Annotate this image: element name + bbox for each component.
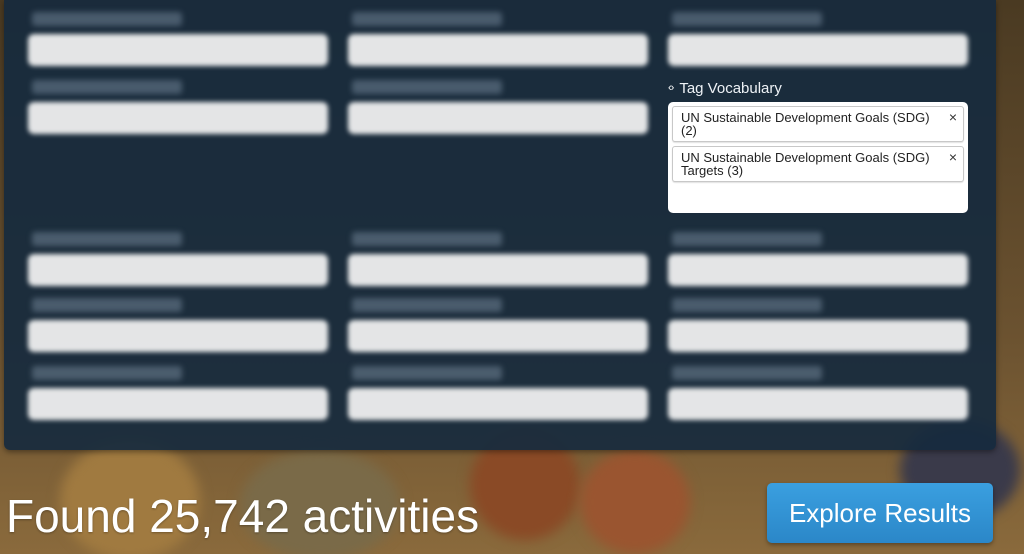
- filter-field-blurred[interactable]: [348, 232, 648, 288]
- remove-tag-icon[interactable]: ×: [949, 110, 957, 124]
- filter-field-blurred[interactable]: [348, 80, 648, 136]
- selected-tag-text: UN Sustainable Development Goals (SDG) (…: [681, 110, 930, 138]
- remove-tag-icon[interactable]: ×: [949, 150, 957, 164]
- filter-field-blurred[interactable]: [28, 366, 328, 422]
- expand-collapse-icon[interactable]: ‹›: [668, 82, 674, 94]
- filter-field-blurred[interactable]: [348, 12, 648, 68]
- filter-field-blurred[interactable]: [28, 298, 328, 354]
- filter-field-blurred[interactable]: [668, 298, 968, 354]
- selected-tag-text: UN Sustainable Development Goals (SDG) T…: [681, 150, 930, 178]
- results-count: Found 25,742 activities: [6, 490, 480, 542]
- filter-field-blurred[interactable]: [668, 232, 968, 288]
- filter-field-blurred[interactable]: [28, 80, 328, 136]
- tag-vocabulary-filter: ‹› Tag Vocabulary UN Sustainable Develop…: [668, 78, 968, 213]
- tag-vocabulary-label: Tag Vocabulary: [679, 79, 782, 97]
- explore-results-button[interactable]: Explore Results: [767, 483, 993, 543]
- selected-tag-chip: UN Sustainable Development Goals (SDG) T…: [672, 146, 964, 182]
- selected-tag-chip: UN Sustainable Development Goals (SDG) (…: [672, 106, 964, 142]
- filter-field-blurred[interactable]: [348, 366, 648, 422]
- filter-field-blurred[interactable]: [28, 12, 328, 68]
- filter-field-blurred[interactable]: [348, 298, 648, 354]
- tag-vocabulary-multiselect[interactable]: UN Sustainable Development Goals (SDG) (…: [668, 102, 968, 213]
- filter-panel: [4, 0, 996, 450]
- filter-field-blurred[interactable]: [668, 366, 968, 422]
- filter-field-blurred[interactable]: [28, 232, 328, 288]
- filter-field-blurred[interactable]: [668, 12, 968, 68]
- tag-vocabulary-label-row[interactable]: ‹› Tag Vocabulary: [668, 78, 968, 98]
